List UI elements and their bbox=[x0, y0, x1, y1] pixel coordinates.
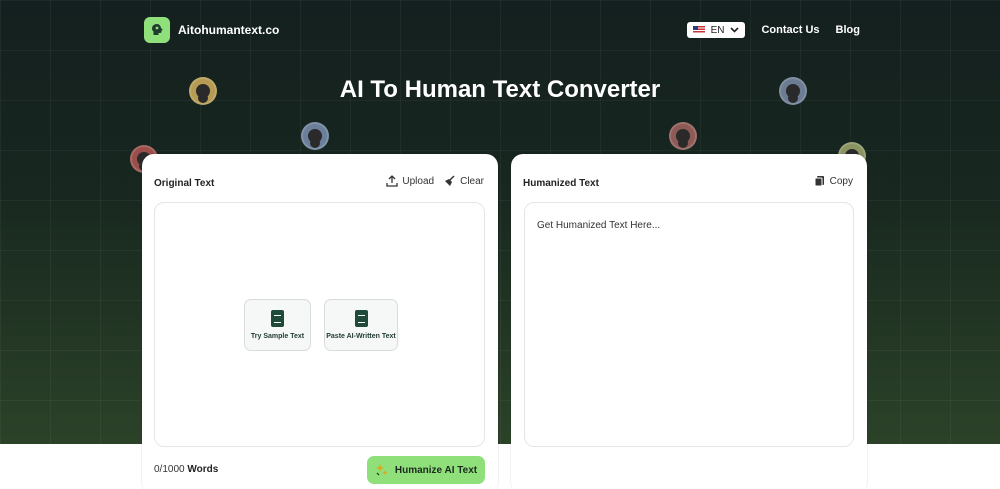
document-icon bbox=[271, 310, 284, 327]
humanize-label: Humanize AI Text bbox=[394, 464, 478, 476]
paste-ai-text-button[interactable]: Paste AI-Written Text bbox=[324, 299, 398, 351]
humanized-text-output[interactable]: Get Humanized Text Here... bbox=[524, 202, 854, 447]
input-shortcuts: Try Sample Text Paste AI-Written Text bbox=[244, 299, 398, 351]
nav-contact-us[interactable]: Contact Us bbox=[761, 24, 819, 36]
documents-icon bbox=[354, 310, 368, 327]
top-nav: EN Contact Us Blog bbox=[686, 22, 860, 38]
page-title: AI To Human Text Converter bbox=[339, 76, 661, 103]
original-text-card: Original Text Upload Clear Try Sample Te… bbox=[142, 154, 498, 489]
word-count-suffix: Words bbox=[187, 464, 219, 475]
language-selector[interactable]: EN bbox=[686, 22, 746, 38]
copy-label: Copy bbox=[829, 175, 853, 187]
original-text-title: Original Text bbox=[154, 178, 215, 189]
copy-icon bbox=[814, 176, 824, 187]
brand-name: Aitohumantext.co bbox=[178, 23, 280, 37]
clear-button[interactable]: Clear bbox=[444, 175, 484, 187]
original-text-input[interactable]: Try Sample Text Paste AI-Written Text bbox=[154, 202, 485, 447]
humanize-button[interactable]: Humanize AI Text bbox=[367, 456, 485, 484]
brand-logo[interactable]: Aitohumantext.co bbox=[144, 17, 279, 43]
broom-icon bbox=[445, 175, 455, 186]
try-sample-button[interactable]: Try Sample Text bbox=[244, 299, 311, 351]
us-flag-icon bbox=[692, 26, 705, 34]
sparkle-icon bbox=[375, 464, 388, 476]
brain-logo-icon bbox=[144, 17, 170, 43]
humanized-text-actions: Copy bbox=[814, 175, 853, 187]
floating-avatar bbox=[301, 122, 329, 150]
copy-button[interactable]: Copy bbox=[814, 175, 853, 187]
humanized-text-title: Humanized Text bbox=[523, 178, 599, 189]
upload-button[interactable]: Upload bbox=[386, 175, 434, 187]
humanized-text-card: Humanized Text Copy Get Humanized Text H… bbox=[511, 154, 867, 489]
language-code: EN bbox=[710, 24, 725, 36]
floating-avatar bbox=[669, 122, 697, 150]
paste-ai-text-label: Paste AI-Written Text bbox=[326, 333, 396, 340]
upload-label: Upload bbox=[402, 175, 435, 187]
output-placeholder: Get Humanized Text Here... bbox=[537, 220, 661, 231]
original-text-actions: Upload Clear bbox=[386, 175, 484, 187]
upload-icon bbox=[386, 175, 399, 187]
word-counter: 0/1000 Words bbox=[154, 464, 218, 475]
chevron-down-icon bbox=[730, 27, 740, 33]
clear-label: Clear bbox=[460, 175, 484, 187]
try-sample-label: Try Sample Text bbox=[250, 333, 305, 340]
nav-blog[interactable]: Blog bbox=[836, 24, 860, 36]
word-count-value: 0/1000 bbox=[154, 464, 185, 475]
